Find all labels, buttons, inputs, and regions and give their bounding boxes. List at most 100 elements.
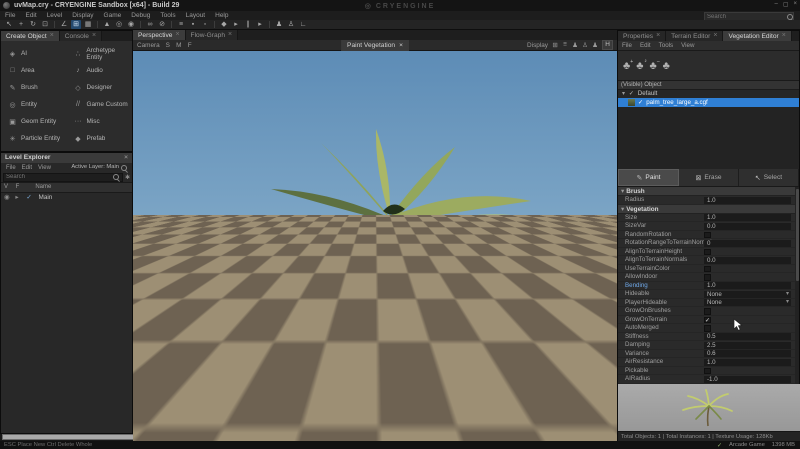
menu-debug[interactable]: Debug: [126, 11, 155, 20]
zoom-icon[interactable]: ◎: [114, 20, 124, 29]
clone-vegetation-object-icon[interactable]: ♣²: [636, 60, 643, 72]
checkbox-pickable[interactable]: [704, 368, 711, 375]
paint-vegetation-tool-tab[interactable]: Paint Vegetation ×: [341, 40, 409, 51]
checkbox-aligntoterrainheight[interactable]: [704, 249, 711, 256]
menu-display[interactable]: Display: [67, 11, 98, 20]
global-search-input[interactable]: [705, 14, 787, 20]
menu-file[interactable]: File: [0, 11, 20, 20]
dropdown-hideable[interactable]: None▾: [704, 291, 791, 298]
le-menu-file[interactable]: File: [3, 165, 19, 171]
checkbox-useterraincolor[interactable]: [704, 266, 711, 273]
close-button[interactable]: ×: [793, 1, 797, 8]
create-item-ai[interactable]: ◈AI: [1, 45, 67, 62]
rp-menu-edit[interactable]: Edit: [636, 41, 655, 51]
gear-icon[interactable]: ✱: [125, 174, 130, 181]
layer-row-main[interactable]: ◉ ▸ ✓ Main: [1, 193, 132, 202]
erase-mode-button[interactable]: ⊠Erase: [679, 169, 739, 186]
checkbox-automerged[interactable]: [704, 325, 711, 332]
spawn-icon[interactable]: ♟: [591, 41, 599, 49]
import-vegetation-icon[interactable]: ♣: [663, 60, 670, 72]
rp-menu-file[interactable]: File: [618, 41, 636, 51]
add-vegetation-object-icon[interactable]: ♣+: [623, 60, 630, 72]
create-item-entity[interactable]: ◎Entity: [1, 96, 67, 113]
search-icon[interactable]: [787, 14, 793, 20]
paint-mode-button[interactable]: ✎Paint: [618, 169, 679, 186]
input-airresistance[interactable]: 1.0: [704, 359, 791, 366]
input-stiffness[interactable]: 0.5: [704, 333, 791, 340]
create-item-area[interactable]: □Area: [1, 62, 67, 79]
check-icon[interactable]: ✓: [638, 98, 643, 107]
checkbox-allowindoor[interactable]: [704, 274, 711, 281]
toolbar-separator[interactable]: [171, 21, 172, 28]
maximize-button[interactable]: ▢: [783, 1, 789, 8]
eye-icon[interactable]: ◉: [1, 194, 10, 201]
section-header-vegetation[interactable]: ▾Vegetation: [618, 205, 797, 214]
close-icon[interactable]: ×: [124, 153, 128, 163]
play-icon[interactable]: ▸: [231, 20, 241, 29]
input-radius[interactable]: 1.0: [704, 197, 791, 204]
input-aligntoterrainnormals[interactable]: 0.0: [704, 257, 791, 264]
pick-icon[interactable]: ▸: [11, 194, 18, 201]
freeze-icon[interactable]: ▪: [188, 20, 198, 29]
measure-icon[interactable]: ∟: [298, 20, 308, 29]
move-icon[interactable]: +: [16, 20, 26, 29]
snap-angle-icon[interactable]: ∠: [59, 20, 69, 29]
close-icon[interactable]: ×: [782, 33, 786, 39]
camera-menu[interactable]: Camera: [137, 42, 160, 49]
le-menu-view[interactable]: View: [35, 165, 54, 171]
menu-tools[interactable]: Tools: [155, 11, 180, 20]
layer-search-icon[interactable]: [121, 165, 127, 171]
tab-properties[interactable]: Properties×: [618, 31, 666, 41]
remove-vegetation-object-icon[interactable]: ♣–: [649, 60, 656, 72]
create-item-designer[interactable]: ◇Designer: [67, 79, 133, 96]
menu-help[interactable]: Help: [210, 11, 233, 20]
close-icon[interactable]: ×: [50, 33, 54, 39]
tab-vegetation-editor[interactable]: Vegetation Editor×: [723, 31, 791, 41]
unfreeze-icon[interactable]: ▫: [200, 20, 210, 29]
close-icon[interactable]: ×: [399, 40, 403, 51]
grid-overlay-icon[interactable]: ⊞: [551, 41, 559, 49]
list-overlay-icon[interactable]: ≡: [561, 41, 569, 49]
checkbox-randomrotation[interactable]: [704, 232, 711, 239]
tab-flow-graph[interactable]: Flow-Graph×: [186, 30, 239, 40]
close-icon[interactable]: ×: [656, 33, 660, 39]
close-icon[interactable]: ×: [92, 33, 96, 39]
input-damping[interactable]: 2.5: [704, 342, 791, 349]
scrollbar-thumb[interactable]: [796, 189, 799, 281]
close-icon[interactable]: ×: [228, 32, 232, 38]
create-item-geom-entity[interactable]: ▣Geom Entity: [1, 113, 67, 130]
unlink-icon[interactable]: ⊘: [157, 20, 167, 29]
vegetation-tree-empty-area[interactable]: [618, 107, 799, 169]
le-menu-edit[interactable]: Edit: [19, 165, 35, 171]
menu-layout[interactable]: Layout: [181, 11, 211, 20]
toolbar-separator[interactable]: [97, 21, 98, 28]
level-explorer-search-input[interactable]: [4, 174, 113, 180]
toolbar-separator[interactable]: [54, 21, 55, 28]
speed-button-m[interactable]: M: [175, 42, 183, 49]
camera-icon[interactable]: ◆: [219, 20, 229, 29]
create-item-misc[interactable]: ···Misc: [67, 113, 133, 130]
physics-icon[interactable]: ♟: [274, 20, 284, 29]
select-terrain-icon[interactable]: ▲: [102, 20, 112, 29]
input-bending[interactable]: 1.0: [704, 282, 791, 289]
tab-terrain-editor[interactable]: Terrain Editor×: [666, 31, 723, 41]
menu-level[interactable]: Level: [42, 11, 68, 20]
rotate-icon[interactable]: ↻: [28, 20, 38, 29]
input-airadius[interactable]: -1.0: [704, 376, 791, 383]
select-mode-button[interactable]: ↖Select: [739, 169, 799, 186]
tab-create-object[interactable]: Create Object×: [1, 31, 60, 41]
create-item-brush[interactable]: ✎Brush: [1, 79, 67, 96]
help-button[interactable]: H: [602, 40, 613, 50]
input-size[interactable]: 1.0: [704, 214, 791, 221]
follow-terrain-icon[interactable]: ▦: [83, 20, 93, 29]
chevron-down-icon[interactable]: ▾: [622, 90, 625, 97]
step-icon[interactable]: ▸: [255, 20, 265, 29]
pause-icon[interactable]: ∥: [243, 20, 253, 29]
console-input-bar[interactable]: [2, 434, 244, 440]
tab-perspective[interactable]: Perspective×: [133, 30, 186, 40]
speed-button-s[interactable]: S: [164, 42, 172, 49]
input-rotationrangetoterrainnormal[interactable]: 0: [704, 240, 791, 247]
close-icon[interactable]: ×: [175, 32, 179, 38]
minimize-button[interactable]: –: [774, 1, 777, 8]
input-variance[interactable]: 0.6: [704, 350, 791, 357]
